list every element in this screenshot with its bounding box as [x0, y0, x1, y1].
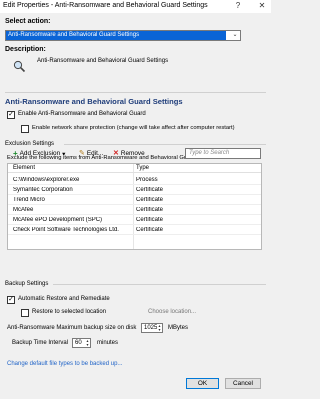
column-header-element[interactable]: Element	[13, 165, 35, 171]
remove-icon: ✕	[113, 150, 119, 157]
cell-type: Certificate	[136, 226, 164, 233]
max-size-unit: MBytes	[168, 325, 189, 331]
cell-type: Certificate	[136, 186, 164, 193]
cell-element: Check Point Software Technologies Ltd.	[13, 226, 119, 233]
cell-element: McAfee	[13, 206, 34, 213]
max-size-value: 1025	[144, 325, 158, 331]
exclusion-settings-title: Exclusion Settings	[5, 141, 55, 147]
add-icon: +	[13, 149, 18, 158]
cell-element: Symantec Corporation	[13, 186, 73, 193]
enable-guard-checkbox[interactable]: ✓	[7, 111, 15, 119]
edit-label: Edit...	[86, 149, 104, 157]
table-row[interactable]: Trend Micro Certificate	[8, 195, 261, 205]
enable-network-label: Enable network share protection (change …	[32, 125, 235, 131]
cell-type: Certificate	[136, 206, 164, 213]
window-title: Edit Properties - Anti-Ransomware and Be…	[3, 2, 208, 9]
ok-button[interactable]: OK	[186, 378, 219, 389]
exclusion-table[interactable]: Element Type C:\Windows\explorer.exe Pro…	[7, 163, 262, 250]
table-header: Element Type	[8, 164, 261, 173]
close-button[interactable]: ✕	[256, 0, 268, 11]
search-input[interactable]: Type to Search	[185, 148, 261, 159]
cell-element: McAfee ePO Development (SPC)	[13, 216, 103, 223]
auto-restore-label: Automatic Restore and Remediate	[18, 296, 110, 302]
add-exclusion-button[interactable]: + Add Exclusion ▾	[13, 149, 65, 158]
restore-selected-label: Restore to selected location	[32, 309, 107, 315]
divider	[53, 284, 266, 285]
column-header-type[interactable]: Type	[136, 165, 149, 171]
choose-location-link[interactable]: Choose location...	[148, 309, 196, 315]
interval-stepper[interactable]: 60 ▲ ▼	[72, 338, 91, 348]
remove-label: Remove	[120, 149, 145, 157]
auto-restore-checkbox[interactable]: ✓	[7, 296, 15, 304]
help-button[interactable]: ?	[232, 0, 244, 11]
stepper-arrows-icon[interactable]: ▲ ▼	[157, 324, 162, 332]
add-exclusion-label: Add Exclusion	[19, 150, 61, 157]
chevron-down-icon: ▾	[62, 150, 66, 158]
interval-label: Backup Time Interval	[12, 340, 69, 346]
cancel-button[interactable]: Cancel	[225, 378, 261, 389]
page-title: Anti-Ransomware and Behavioral Guard Set…	[5, 97, 183, 106]
max-size-label: Anti-Ransomware Maximum backup size on d…	[7, 325, 137, 331]
select-action-value: Anti-Ransomware and Behavioral Guard Set…	[6, 31, 226, 40]
cell-type: Certificate	[136, 196, 164, 203]
edit-button[interactable]: ✎ Edit...	[79, 149, 104, 158]
change-file-types-link[interactable]: Change default file types to be backed u…	[7, 361, 122, 367]
restore-selected-checkbox[interactable]	[21, 309, 29, 317]
remove-button[interactable]: ✕ Remove	[113, 149, 145, 158]
select-action-label: Select action:	[5, 18, 51, 25]
cell-element: C:\Windows\explorer.exe	[13, 176, 80, 183]
enable-guard-label: Enable Anti-Ransomware and Behavioral Gu…	[18, 111, 146, 117]
description-label: Description:	[5, 46, 46, 53]
pencil-icon: ✎	[79, 150, 85, 157]
max-size-stepper[interactable]: 1025 ▲ ▼	[141, 323, 163, 333]
cell-type: Certificate	[136, 216, 164, 223]
interval-unit: minutes	[97, 340, 119, 346]
cell-element: Trend Micro	[13, 196, 45, 203]
table-row[interactable]: Symantec Corporation Certificate	[8, 185, 261, 195]
interval-value: 60	[75, 340, 82, 346]
enable-network-checkbox[interactable]	[21, 125, 29, 133]
description-text: Anti-Ransomware and Behavioral Guard Set…	[37, 58, 169, 64]
divider	[5, 92, 266, 93]
stepper-arrows-icon[interactable]: ▲ ▼	[85, 339, 90, 347]
table-row[interactable]: C:\Windows\explorer.exe Process	[8, 175, 261, 185]
divider	[64, 144, 266, 145]
chevron-down-icon[interactable]: ⌄	[230, 31, 240, 40]
table-row[interactable]: McAfee Certificate	[8, 205, 261, 215]
magnifier-icon	[13, 60, 26, 73]
backup-settings-title: Backup Settings	[5, 281, 49, 287]
cell-type: Process	[136, 176, 158, 183]
table-row[interactable]: Check Point Software Technologies Ltd. C…	[8, 225, 261, 235]
table-row[interactable]: McAfee ePO Development (SPC) Certificate	[8, 215, 261, 225]
